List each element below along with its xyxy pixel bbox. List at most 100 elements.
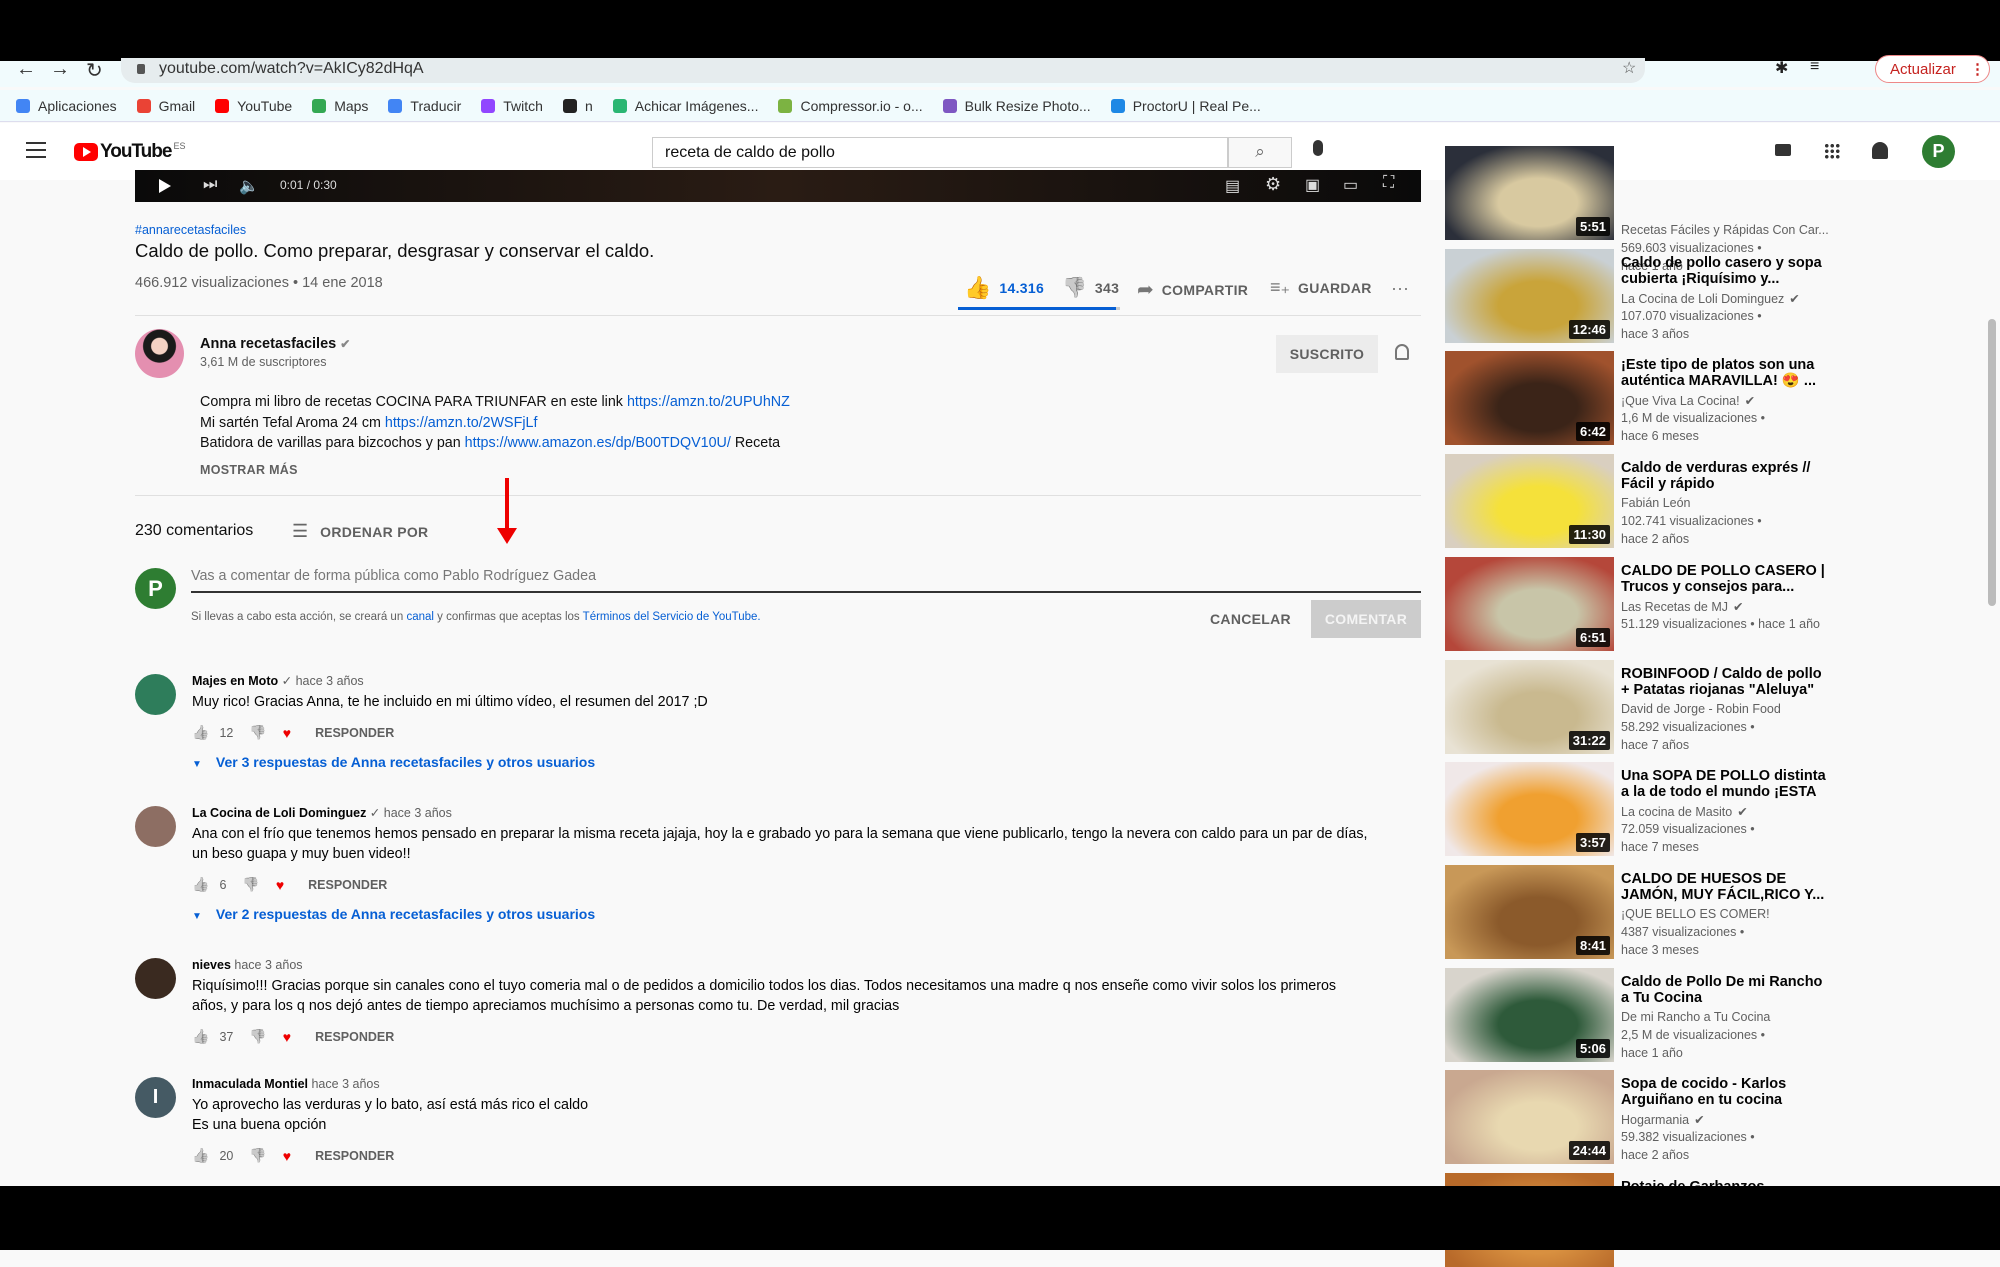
video-thumbnail[interactable]: 11:30 [1445, 454, 1614, 549]
bookmark-item[interactable]: Bulk Resize Photo... [942, 98, 1091, 114]
related-video[interactable]: 8:41 CALDO DE HUESOS DE JAMÓN, MUY FÁCIL,… [1445, 864, 1985, 959]
video-thumbnail[interactable]: 5:06 [1445, 967, 1614, 1062]
commenter-avatar[interactable]: I [135, 1077, 176, 1118]
related-video[interactable]: 11:30 Caldo de verduras exprés // Fácil y… [1445, 454, 1985, 549]
video-player-controls[interactable]: ⏭ 🔈 0:01 / 0:30 ▤ ⚙ ▣ ▭ ⛶ [135, 170, 1421, 202]
comment-like-icon[interactable]: 👍 [192, 1028, 209, 1045]
channel-link[interactable]: canal [406, 611, 434, 623]
volume-icon[interactable]: 🔈 [239, 176, 259, 196]
video-thumbnail[interactable]: 5:51 [1445, 146, 1614, 240]
bookmark-item[interactable]: Twitch [481, 98, 543, 114]
address-bar[interactable]: youtube.com/watch?v=AkICy82dHqA [121, 58, 1645, 83]
comment-dislike-icon[interactable]: 👎 [249, 724, 266, 741]
commenter-avatar[interactable] [135, 674, 176, 715]
bookmark-item[interactable]: Achicar Imágenes... [612, 98, 758, 114]
commenter-avatar[interactable] [135, 806, 176, 847]
cancel-button[interactable]: CANCELAR [1210, 611, 1291, 627]
comment-age[interactable]: hace 3 años [296, 674, 364, 688]
search-input[interactable]: receta de caldo de pollo [652, 137, 1228, 168]
channel-name[interactable]: Anna recetasfaciles ✔ [200, 336, 350, 352]
reload-icon[interactable]: ↻ [86, 58, 103, 83]
video-thumbnail[interactable]: 3:57 [1445, 762, 1614, 857]
comment-author[interactable]: nieves [192, 958, 231, 972]
reply-button[interactable]: RESPONDER [315, 1030, 394, 1044]
view-replies-button[interactable]: ▼ Ver 3 respuestas de Anna recetasfaciles… [192, 754, 595, 770]
share-button[interactable]: ➦ COMPARTIR [1137, 277, 1248, 302]
related-video[interactable]: 6:42 ¡Este tipo de platos son una auténti… [1445, 351, 1985, 446]
description-link[interactable]: https://amzn.to/2UPUhNZ [627, 394, 790, 410]
comment-input[interactable]: Vas a comentar de forma pública como Pab… [191, 568, 1421, 593]
settings-gear-icon[interactable]: ⚙ [1265, 174, 1281, 195]
comment-author[interactable]: Inmaculada Montiel [192, 1077, 308, 1091]
search-button[interactable]: ⌕ [1228, 137, 1292, 168]
comment-submit-button[interactable]: COMENTAR [1311, 600, 1421, 638]
dislike-button[interactable]: 👎 343 [1062, 275, 1119, 300]
related-video[interactable]: 5:51 Recetas Fáciles y Rápidas Con Car...… [1445, 146, 1985, 273]
comment-author[interactable]: Majes en Moto [192, 674, 278, 688]
bookmark-item[interactable]: n [562, 98, 593, 114]
comment-like-icon[interactable]: 👍 [192, 876, 209, 893]
bookmark-item[interactable]: Aplicaciones [16, 98, 117, 114]
bookmark-item[interactable]: Traducir [388, 98, 461, 114]
miniplayer-icon[interactable]: ▣ [1305, 175, 1320, 195]
scrollbar-thumb[interactable] [1988, 319, 1996, 606]
description-link[interactable]: https://www.amazon.es/dp/B00TDQV10U/ [465, 435, 731, 451]
menu-icon[interactable] [26, 142, 46, 158]
video-thumbnail[interactable]: 31:22 [1445, 659, 1614, 754]
bookmark-item[interactable]: Maps [312, 98, 368, 114]
channel-avatar[interactable] [135, 329, 184, 378]
extensions-icon[interactable]: ✱ [1775, 58, 1788, 78]
subtitles-icon[interactable]: ▤ [1225, 176, 1240, 196]
video-thumbnail[interactable]: 24:44 [1445, 1070, 1614, 1165]
comment-age[interactable]: hace 3 años [311, 1077, 379, 1091]
comment-dislike-icon[interactable]: 👎 [242, 876, 259, 893]
reply-button[interactable]: RESPONDER [315, 1149, 394, 1163]
subscribed-button[interactable]: SUSCRITO [1276, 335, 1378, 373]
bookmark-item[interactable]: Gmail [136, 98, 195, 114]
related-video[interactable]: 6:51 CALDO DE POLLO CASERO | Trucos y con… [1445, 556, 1985, 651]
video-thumbnail[interactable]: 8:41 [1445, 864, 1614, 959]
notification-bell-icon[interactable] [1395, 344, 1409, 360]
comment-dislike-icon[interactable]: 👎 [249, 1147, 266, 1164]
related-video[interactable]: 31:22 ROBINFOOD / Caldo de pollo + Patata… [1445, 659, 1985, 754]
comment-author[interactable]: La Cocina de Loli Dominguez [192, 806, 366, 820]
update-button[interactable]: Actualizar ⋮ [1875, 55, 1990, 83]
comment-like-icon[interactable]: 👍 [192, 1147, 209, 1164]
next-icon[interactable]: ⏭ [203, 176, 217, 194]
bookmark-item[interactable]: Compressor.io - o... [778, 98, 923, 114]
comment-like-icon[interactable]: 👍 [192, 724, 209, 741]
related-video[interactable]: 3:57 Una SOPA DE POLLO distinta a la de t… [1445, 762, 1985, 857]
back-icon[interactable]: ← [16, 58, 36, 81]
play-icon[interactable] [159, 179, 171, 193]
video-hashtag[interactable]: #annarecetasfaciles [135, 223, 246, 237]
comment-age[interactable]: hace 3 años [384, 806, 452, 820]
bookmark-star-icon[interactable]: ☆ [1622, 58, 1636, 78]
description-link[interactable]: https://amzn.to/2WSFjLf [385, 415, 538, 431]
commenter-avatar[interactable] [135, 958, 176, 999]
bookmark-item[interactable]: YouTube [215, 98, 292, 114]
microphone-icon[interactable] [1313, 140, 1323, 156]
sort-by-button[interactable]: ☰ ORDENAR POR [292, 521, 428, 542]
like-button[interactable]: 👍 14.316 [964, 275, 1044, 301]
theater-mode-icon[interactable]: ▭ [1343, 175, 1358, 195]
related-video[interactable]: 5:06 Caldo de Pollo De mi Rancho a Tu Coc… [1445, 967, 1985, 1062]
related-video[interactable]: 24:44 Sopa de cocido - Karlos Arguiñano e… [1445, 1070, 1985, 1165]
forward-icon[interactable]: → [50, 58, 70, 81]
more-options-icon[interactable]: ··· [1391, 278, 1409, 299]
video-thumbnail[interactable]: 6:51 [1445, 556, 1614, 651]
youtube-logo[interactable]: YouTube ES [74, 141, 185, 163]
bookmark-item[interactable]: ProctorU | Real Pe... [1110, 98, 1261, 114]
video-thumbnail[interactable]: 6:42 [1445, 351, 1614, 446]
reply-button[interactable]: RESPONDER [315, 726, 394, 740]
terms-link[interactable]: Términos del Servicio de YouTube. [583, 611, 761, 623]
show-more-button[interactable]: MOSTRAR MÁS [200, 463, 298, 477]
related-video[interactable]: 12:46 Caldo de pollo casero y sopa cubier… [1445, 248, 1985, 343]
view-replies-button[interactable]: ▼ Ver 2 respuestas de Anna recetasfaciles… [192, 906, 595, 922]
comment-dislike-icon[interactable]: 👎 [249, 1028, 266, 1045]
fullscreen-icon[interactable]: ⛶ [1383, 174, 1394, 192]
save-button[interactable]: ≡₊ GUARDAR [1270, 277, 1372, 298]
media-icon[interactable]: ≡ [1810, 58, 1819, 76]
reply-button[interactable]: RESPONDER [308, 878, 387, 892]
video-thumbnail[interactable]: 12:46 [1445, 248, 1614, 343]
comment-age[interactable]: hace 3 años [234, 958, 302, 972]
